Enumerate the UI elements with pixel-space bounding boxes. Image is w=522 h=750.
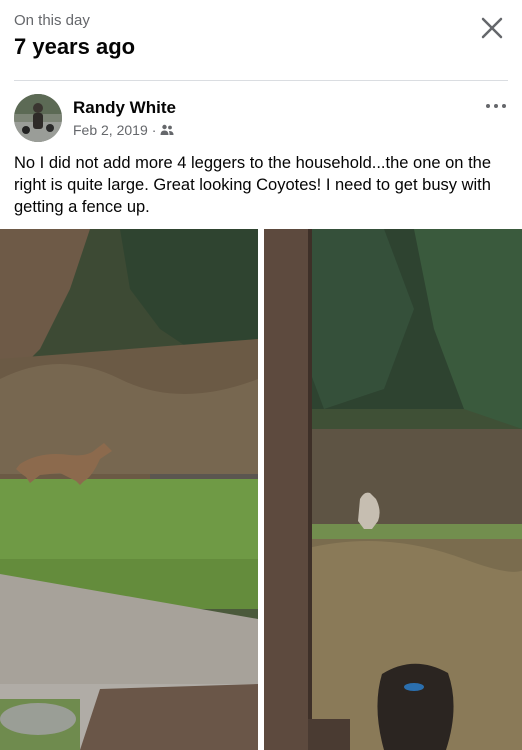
close-icon[interactable] — [478, 14, 506, 42]
coyote-window-photo — [264, 229, 522, 750]
memory-title: 7 years ago — [14, 34, 136, 59]
post-meta: Feb 2, 2019 · — [73, 122, 174, 138]
meta-separator: · — [151, 122, 157, 138]
avatar-photo — [14, 94, 62, 142]
divider — [14, 80, 508, 81]
friends-icon — [160, 124, 174, 135]
photo-grid — [0, 229, 522, 750]
author-name[interactable]: Randy White — [73, 98, 176, 118]
post-text: No I did not add more 4 leggers to the h… — [14, 154, 492, 216]
post-date[interactable]: Feb 2, 2019 — [73, 122, 148, 138]
coyote-yard-photo — [0, 229, 258, 750]
photo-right[interactable] — [264, 229, 522, 750]
avatar[interactable] — [14, 94, 62, 142]
more-options-icon[interactable] — [484, 100, 508, 112]
photo-left[interactable] — [0, 229, 258, 750]
post-header: Randy White Feb 2, 2019 · — [14, 94, 508, 144]
memory-kicker: On this day — [14, 12, 90, 29]
memory-header: On this day 7 years ago — [0, 0, 522, 80]
